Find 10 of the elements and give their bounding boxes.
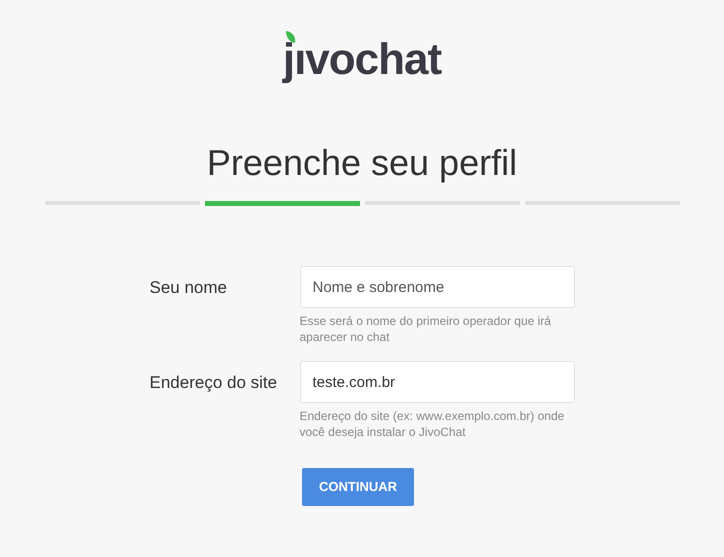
field-label: Endereço do site [150, 372, 278, 394]
logo: jıvochat [282, 38, 442, 82]
input-field[interactable]: teste.com.br [300, 361, 574, 403]
continue-button[interactable]: CONTINUAR [302, 468, 414, 506]
field-label: Seu nome [150, 277, 228, 299]
page-title: Preenche seu perfil [206, 142, 518, 184]
field-hint: Endereço do site (ex: www.exemplo.com.br) onde você deseja instalar o JivoChat [300, 408, 566, 440]
input-field[interactable]: Nome e sobrenome [300, 266, 574, 308]
field-hint: Esse será o nome do primeiro operador que irá aparecer no chat [300, 313, 552, 345]
leaf-icon [284, 30, 297, 44]
